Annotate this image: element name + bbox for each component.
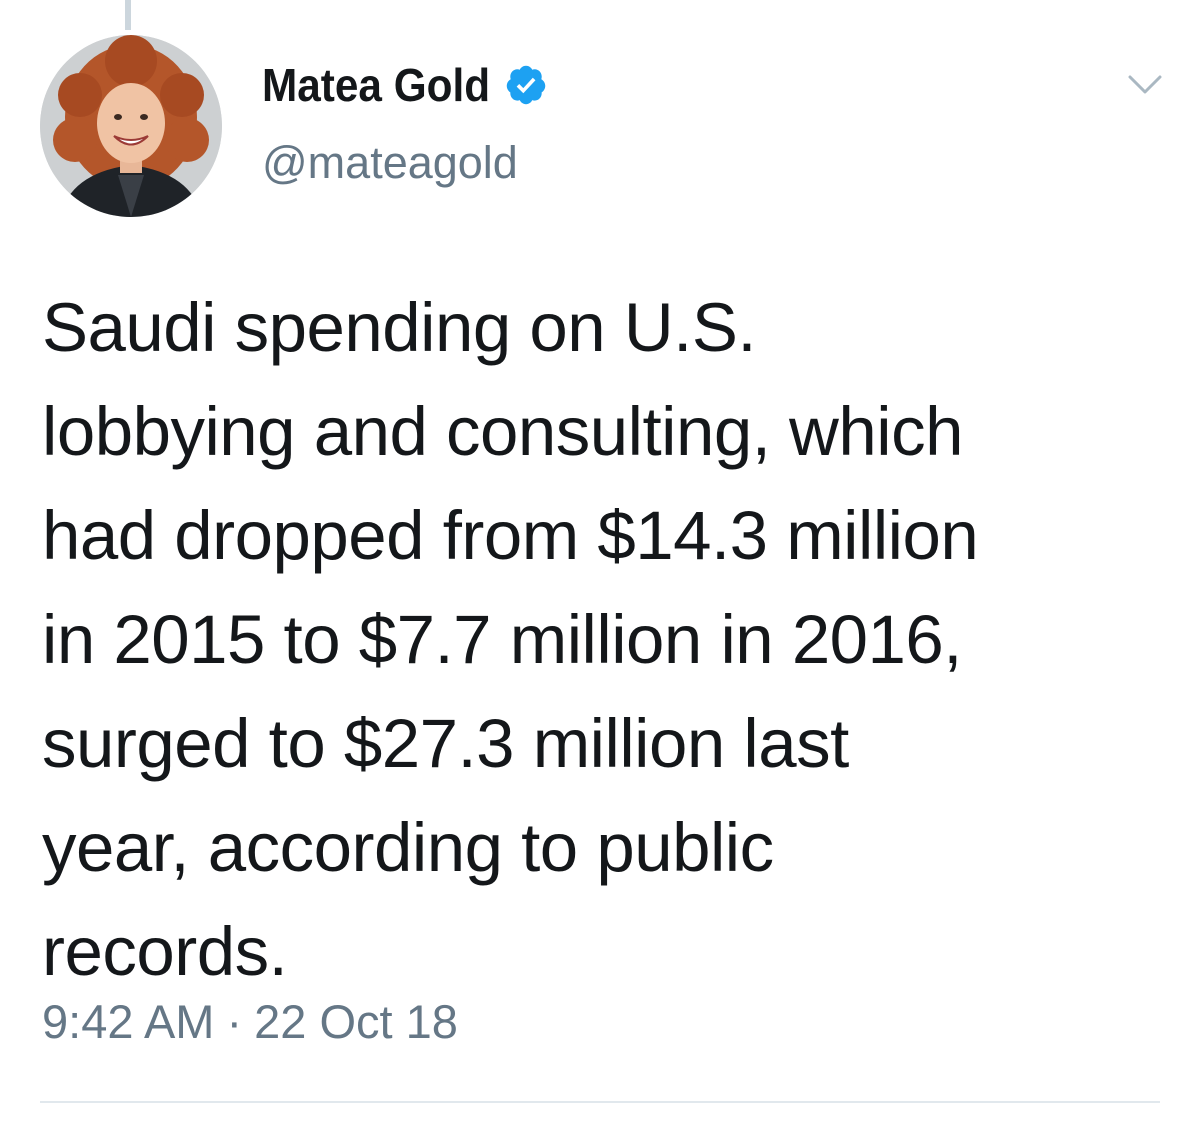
- verified-badge-icon: [504, 63, 548, 107]
- author-display-name[interactable]: Matea Gold: [262, 62, 490, 108]
- profile-photo: [40, 35, 222, 217]
- divider: [40, 1101, 1160, 1103]
- author-name-row[interactable]: Matea Gold: [262, 62, 548, 108]
- tweet-text: Saudi spending on U.S. lobbying and cons…: [42, 289, 979, 990]
- chevron-down-icon[interactable]: [1122, 66, 1168, 102]
- tweet-timestamp[interactable]: 9:42 AM · 22 Oct 18: [42, 998, 458, 1045]
- meta-separator: ·: [226, 995, 243, 1048]
- tweet-date[interactable]: 22 Oct 18: [254, 995, 458, 1048]
- thread-connector-line: [125, 0, 131, 30]
- author-handle[interactable]: @mateagold: [262, 140, 518, 185]
- avatar[interactable]: [40, 35, 222, 217]
- tweet-time[interactable]: 9:42 AM: [42, 995, 214, 1048]
